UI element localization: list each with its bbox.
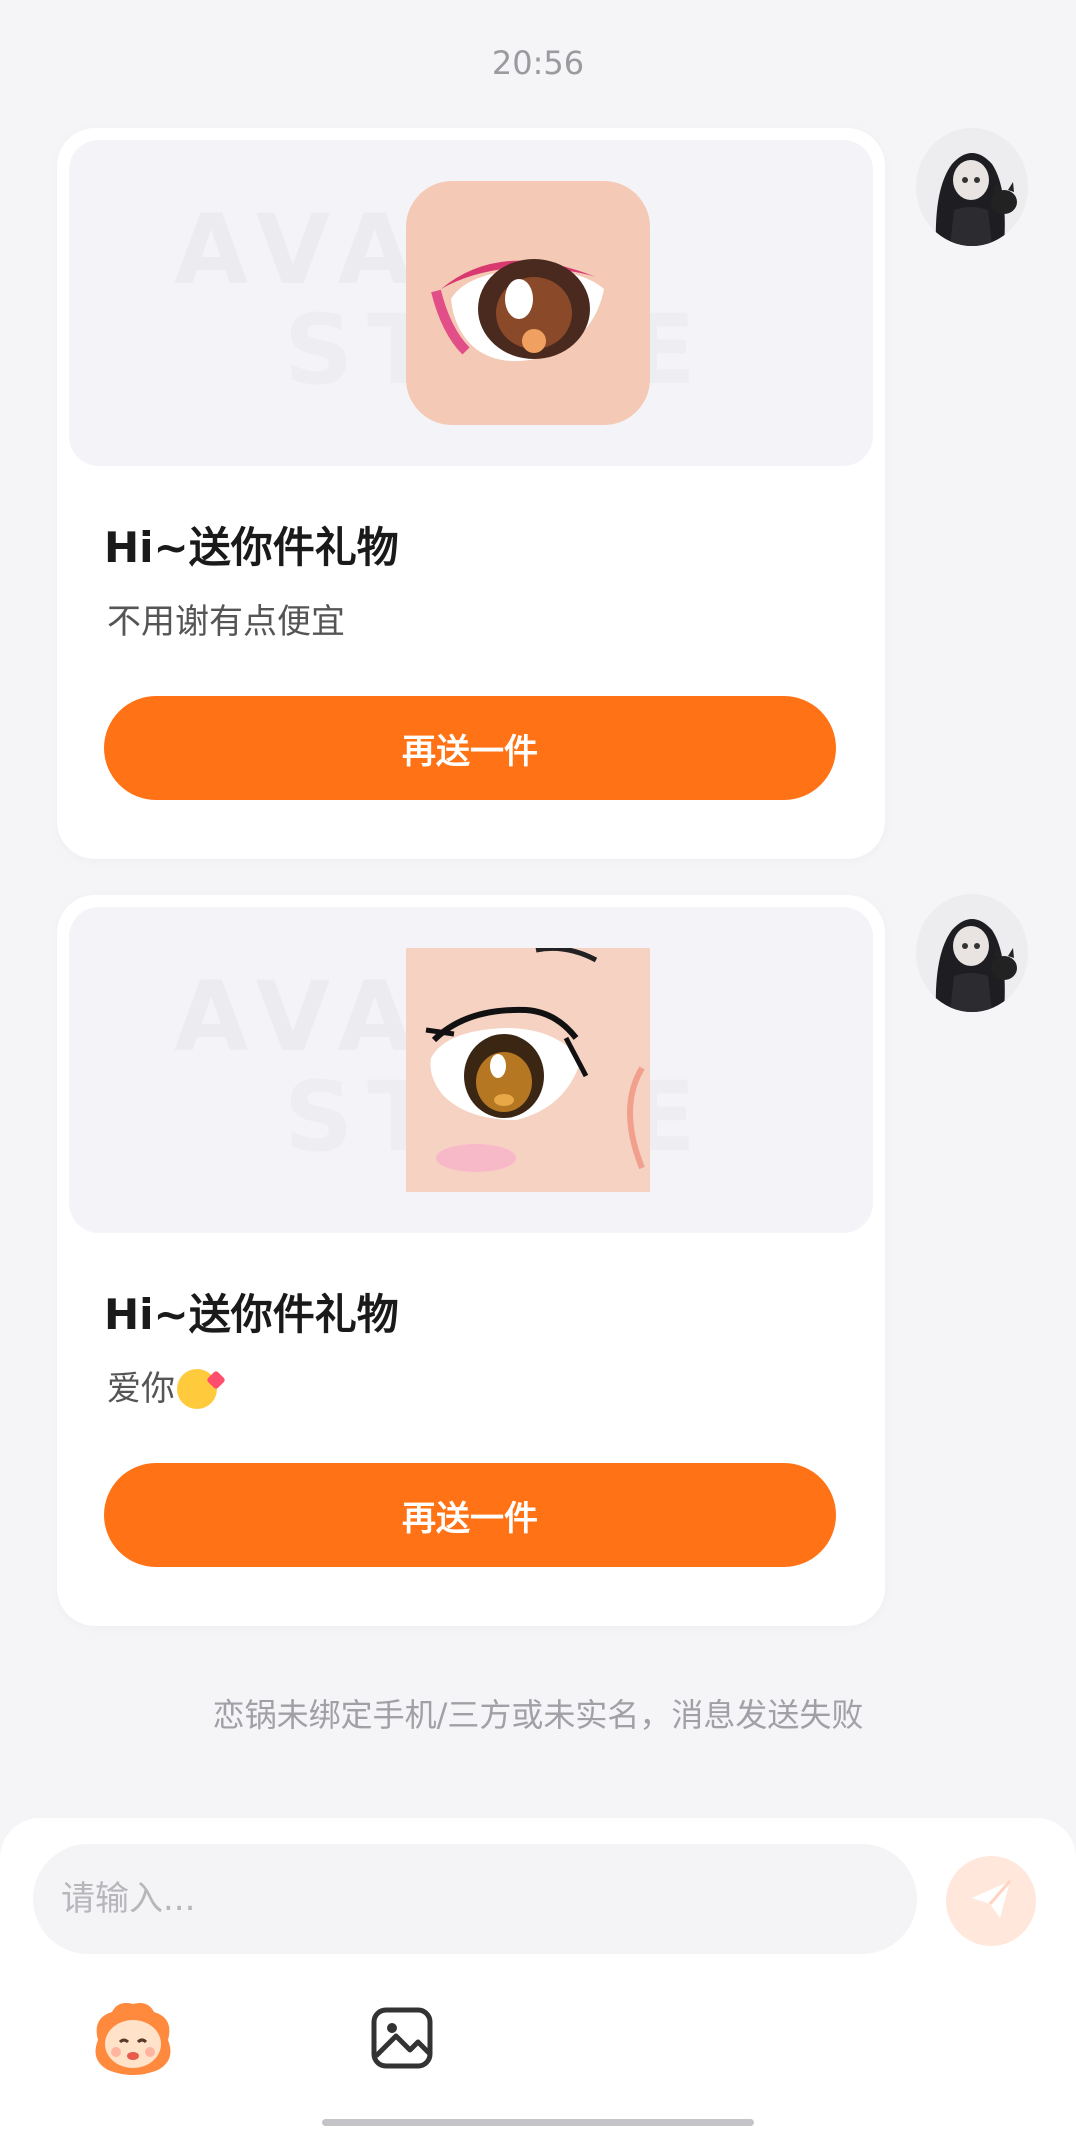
image-picker-button[interactable] (370, 2006, 434, 2070)
send-button[interactable] (946, 1856, 1036, 1946)
chat-page: 20:56 AVATAR STORE Hi~送你件礼物 (0, 0, 1076, 2131)
send-again-button[interactable]: 再送一件 (104, 696, 836, 800)
gift-card-message: 爱你 (107, 1369, 175, 1409)
mascot-button[interactable] (88, 2000, 178, 2076)
send-failed-notice: 恋锅未绑定手机/三方或未实名，消息发送失败 (212, 1696, 864, 1734)
gift-message-card: AVATAR STORE (57, 895, 885, 1626)
kissing-face-icon (177, 1368, 217, 1409)
message-input[interactable] (33, 1844, 917, 1954)
gift-card-title: Hi~送你件礼物 (104, 523, 399, 572)
gift-eye-image (406, 181, 650, 425)
gift-card-title: Hi~送你件礼物 (104, 1290, 399, 1339)
gift-preview[interactable]: AVATAR STORE (69, 140, 873, 466)
paper-plane-icon (968, 1876, 1014, 1926)
gift-eye-image (406, 948, 650, 1192)
message-composer (0, 1818, 1076, 2131)
gift-preview[interactable]: AVATAR STORE (69, 907, 873, 1233)
send-again-button[interactable]: 再送一件 (104, 1463, 836, 1567)
gift-card-message: 不用谢有点便宜 (107, 602, 345, 642)
gift-card-message-row: 爱你 (107, 1361, 217, 1411)
message-timestamp: 20:56 (491, 44, 585, 82)
user-avatar[interactable] (916, 128, 1028, 246)
image-icon (370, 2007, 434, 2074)
gift-message-card: AVATAR STORE Hi~送你件礼物 不用谢有点便宜 再送一件 (57, 128, 885, 859)
user-avatar[interactable] (916, 894, 1028, 1012)
mascot-face-icon (88, 2003, 178, 2080)
home-indicator (322, 2119, 754, 2126)
